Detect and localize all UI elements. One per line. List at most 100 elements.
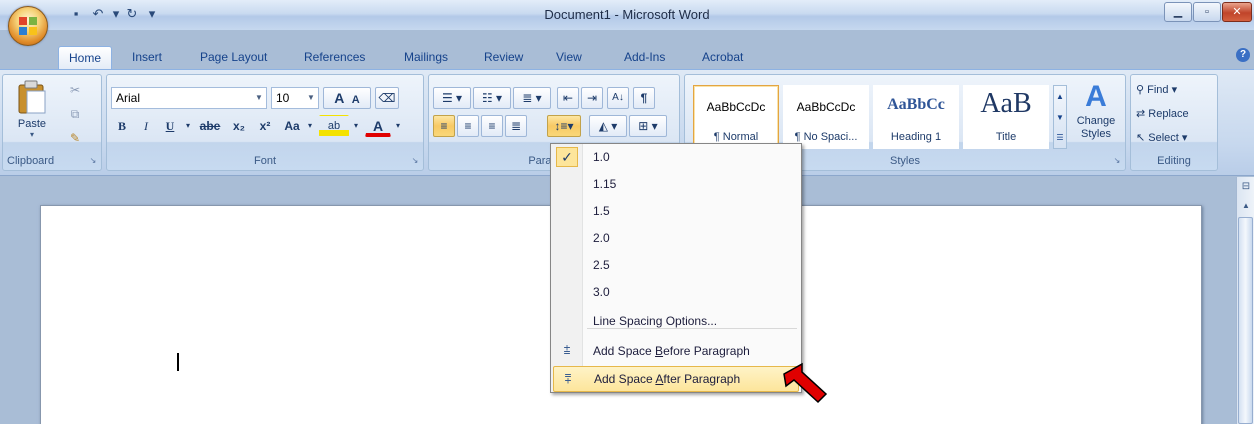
subscript-button[interactable]: x₂ <box>227 115 251 137</box>
label-prefix: Add Space <box>594 372 656 386</box>
help-icon[interactable]: ? <box>1236 48 1250 62</box>
tab-page-layout[interactable]: Page Layout <box>190 46 277 68</box>
italic-button[interactable]: I <box>135 115 157 137</box>
highlight-button[interactable]: ab <box>319 115 349 137</box>
tab-add-ins[interactable]: Add-Ins <box>614 46 675 68</box>
font-size-combo[interactable]: 10 ▼ <box>271 87 319 109</box>
align-left-icon[interactable]: ≡ <box>433 115 455 137</box>
scroll-thumb[interactable] <box>1238 217 1253 424</box>
style-no-spacing-sample: AaBbCcDc <box>796 100 856 114</box>
clipboard-group-label: Clipboard <box>3 152 101 170</box>
space-after-icon: ⩱ <box>564 372 572 386</box>
menu-item-1-15[interactable]: 1.15 <box>553 171 799 197</box>
menu-item-3-0[interactable]: 3.0 <box>553 279 799 305</box>
scroll-up-icon[interactable]: ▲ <box>1239 201 1253 213</box>
checkmark-icon: ✓ <box>556 147 578 167</box>
font-size-value: 10 <box>276 91 290 105</box>
undo-dropdown-icon[interactable]: ▾ <box>108 6 124 22</box>
font-color-dropdown-icon[interactable]: ▾ <box>393 115 403 137</box>
show-marks-icon[interactable]: ¶ <box>633 87 655 109</box>
numbering-button[interactable]: ☷ ▾ <box>473 87 511 109</box>
office-button[interactable] <box>8 6 48 46</box>
font-launcher-icon[interactable]: ↘ <box>410 156 420 166</box>
paste-dropdown-icon[interactable]: ▾ <box>11 130 53 139</box>
customize-toolbar-icon[interactable]: ▾ <box>144 6 160 22</box>
styles-launcher-icon[interactable]: ↘ <box>1112 156 1122 166</box>
style-normal[interactable]: AaBbCcDc ¶ Normal <box>693 85 779 149</box>
style-heading-1[interactable]: AaBbCc Heading 1 <box>873 85 959 149</box>
style-no-spacing[interactable]: AaBbCcDc ¶ No Spaci... <box>783 85 869 149</box>
superscript-button[interactable]: x² <box>253 115 277 137</box>
font-name-combo[interactable]: Arial ▼ <box>111 87 267 109</box>
align-center-icon[interactable]: ≡ <box>457 115 479 137</box>
tab-acrobat[interactable]: Acrobat <box>692 46 753 68</box>
shading-button[interactable]: ◭ ▾ <box>589 115 627 137</box>
clipboard-group: Paste ▾ ✂ ⧉ ✎ Clipboard ↘ <box>2 74 102 171</box>
bold-button[interactable]: B <box>111 115 133 137</box>
grow-font-button[interactable]: A <box>334 90 344 106</box>
change-case-button[interactable]: Aa <box>279 115 305 137</box>
undo-icon[interactable]: ↶ <box>90 6 106 22</box>
menu-item-1-0[interactable]: ✓ 1.0 <box>553 144 799 170</box>
style-title[interactable]: AaB Title <box>963 85 1049 149</box>
select-button[interactable]: ↖ Select ▾ <box>1135 127 1213 149</box>
ruler-toggle-icon[interactable]: ⊟ <box>1239 181 1253 195</box>
underline-dropdown-icon[interactable]: ▾ <box>183 115 193 137</box>
justify-icon[interactable]: ≣ <box>505 115 527 137</box>
save-icon[interactable]: ▪ <box>68 6 84 22</box>
minimize-button[interactable]: ▁ <box>1164 2 1192 22</box>
menu-item-1-5[interactable]: 1.5 <box>553 198 799 224</box>
menu-item-label: 1.5 <box>593 204 610 218</box>
find-button[interactable]: ⚲ Find ▾ <box>1135 79 1213 101</box>
label-suffix: efore Paragraph <box>663 344 750 358</box>
line-spacing-menu: ✓ 1.0 1.15 1.5 2.0 2.5 3.0 Line Spacing … <box>550 143 802 393</box>
menu-item-add-space-before[interactable]: ⩲ Add Space Before Paragraph <box>553 338 799 364</box>
increase-indent-icon[interactable]: ⇥ <box>581 87 603 109</box>
strikethrough-button[interactable]: abe <box>195 115 225 137</box>
sort-icon[interactable]: A↓ <box>607 87 629 109</box>
font-color-button[interactable]: A <box>365 115 391 137</box>
cut-icon[interactable]: ✂ <box>63 79 87 101</box>
menu-item-2-0[interactable]: 2.0 <box>553 225 799 251</box>
borders-button[interactable]: ⊞ ▾ <box>629 115 667 137</box>
gallery-more-icon[interactable]: ☰ <box>1054 128 1066 148</box>
vertical-scrollbar[interactable]: ⊟ ▲ <box>1236 177 1254 424</box>
shrink-font-button[interactable]: A <box>352 94 360 106</box>
window-title: Document1 - Microsoft Word <box>544 7 710 22</box>
change-styles-button[interactable]: A Change Styles <box>1071 79 1121 151</box>
gallery-up-icon[interactable]: ▲ <box>1054 86 1066 107</box>
bullets-button[interactable]: ☰ ▾ <box>433 87 471 109</box>
decrease-indent-icon[interactable]: ⇤ <box>557 87 579 109</box>
replace-button[interactable]: ⇄ Replace <box>1135 103 1213 125</box>
tab-insert[interactable]: Insert <box>122 46 172 68</box>
menu-item-line-spacing-options[interactable]: Line Spacing Options... <box>553 308 799 334</box>
highlight-dropdown-icon[interactable]: ▾ <box>351 115 361 137</box>
close-button[interactable]: ✕ <box>1222 2 1252 22</box>
redo-icon[interactable]: ↻ <box>124 6 140 22</box>
tab-mailings[interactable]: Mailings <box>394 46 458 68</box>
clear-formatting-icon[interactable]: ⌫ <box>375 87 399 109</box>
menu-item-label: 1.15 <box>593 177 617 191</box>
gallery-down-icon[interactable]: ▼ <box>1054 107 1066 128</box>
maximize-button[interactable]: ▫ <box>1193 2 1221 22</box>
font-size-dropdown-icon[interactable]: ▼ <box>304 88 318 108</box>
menu-item-add-space-after[interactable]: ⩱ Add Space After Paragraph <box>553 366 799 392</box>
copy-icon[interactable]: ⧉ <box>63 103 87 125</box>
multilevel-list-button[interactable]: ≣ ▾ <box>513 87 551 109</box>
tab-references[interactable]: References <box>294 46 375 68</box>
line-spacing-button[interactable]: ↕≡▾ <box>547 115 581 137</box>
tab-review[interactable]: Review <box>474 46 533 68</box>
style-heading-1-sample: AaBbCc <box>887 96 945 113</box>
font-name-dropdown-icon[interactable]: ▼ <box>252 88 266 108</box>
tab-view[interactable]: View <box>546 46 592 68</box>
label-accelerator: B <box>655 344 664 358</box>
clipboard-launcher-icon[interactable]: ↘ <box>88 156 98 166</box>
menu-item-label: Add Space Before Paragraph <box>593 344 750 358</box>
paste-button[interactable]: Paste ▾ <box>11 79 53 145</box>
underline-button[interactable]: U <box>159 115 181 137</box>
tab-home[interactable]: Home <box>58 46 113 69</box>
change-case-dropdown-icon[interactable]: ▾ <box>305 115 315 137</box>
align-right-icon[interactable]: ≡ <box>481 115 503 137</box>
menu-item-2-5[interactable]: 2.5 <box>553 252 799 278</box>
format-painter-icon[interactable]: ✎ <box>63 127 87 149</box>
